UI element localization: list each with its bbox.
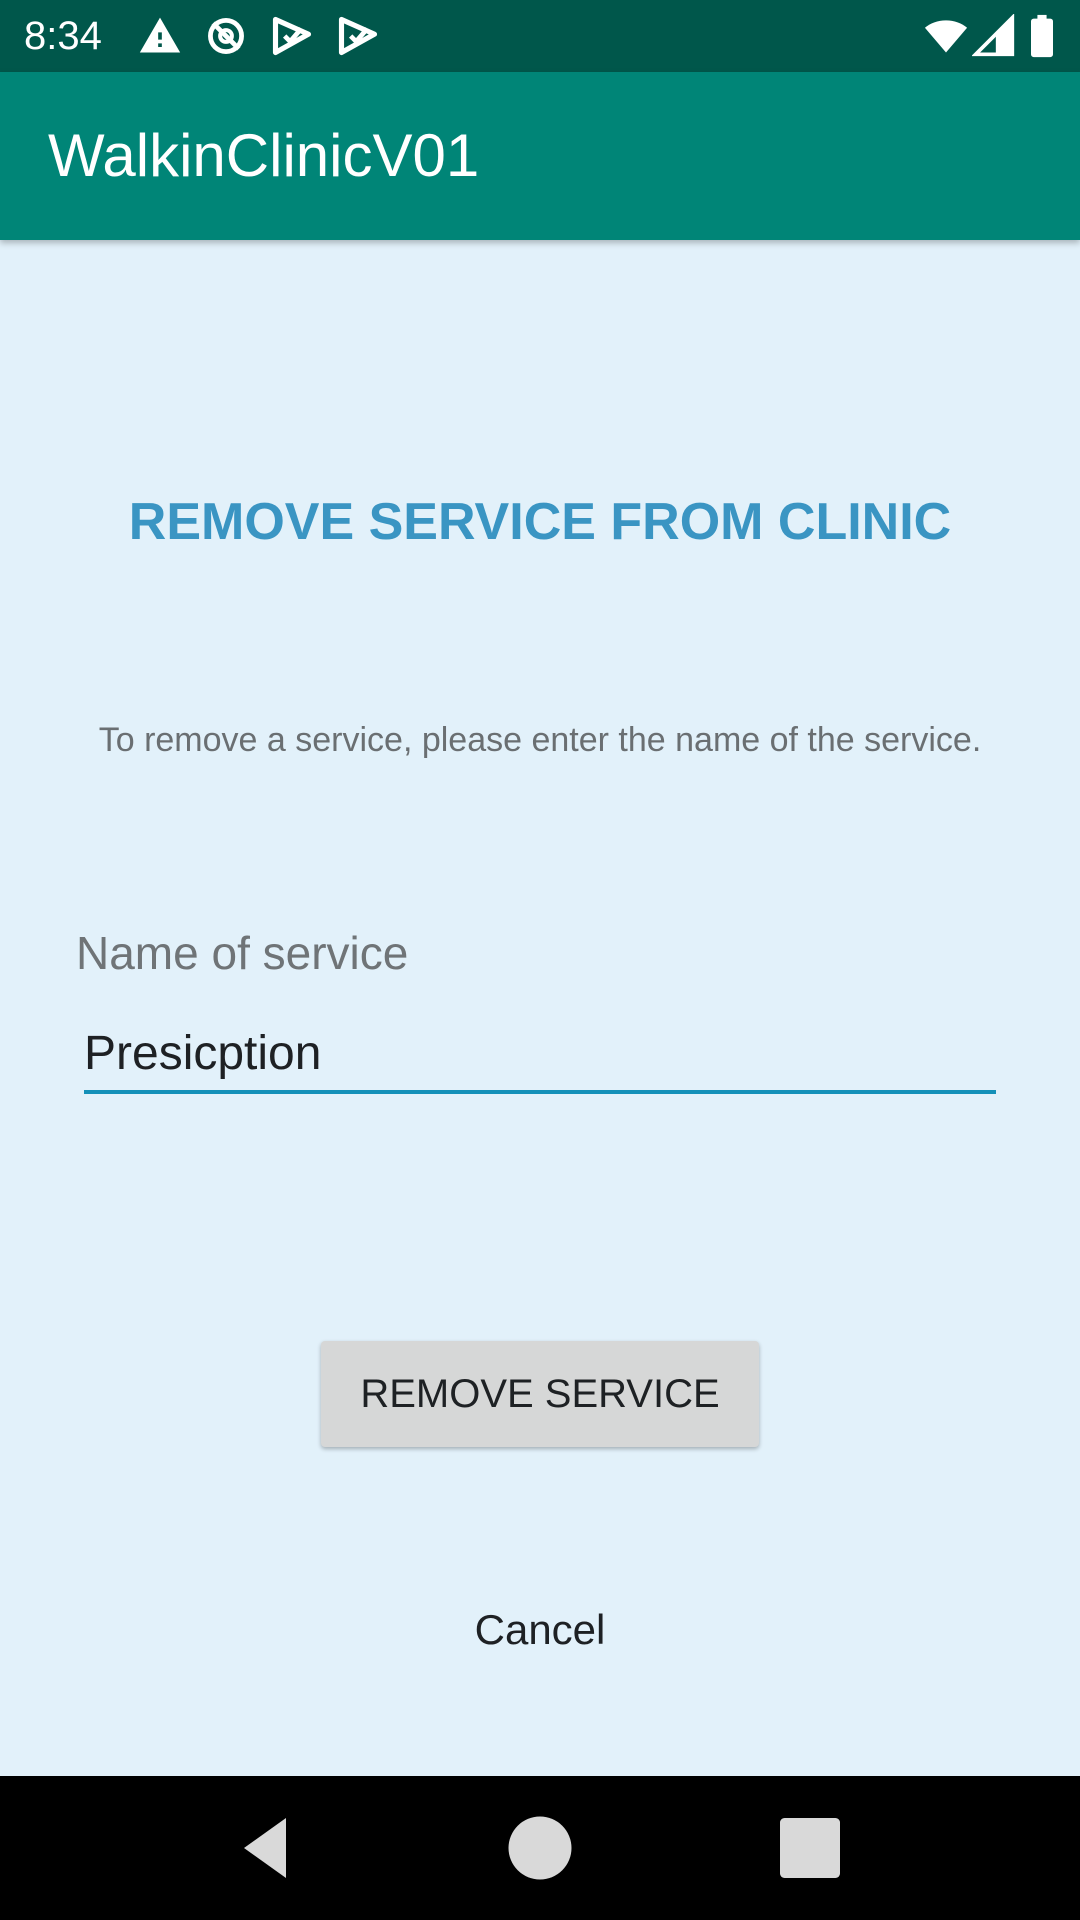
navigation-bar — [0, 1776, 1080, 1920]
status-time: 8:34 — [24, 14, 102, 58]
service-name-input[interactable] — [84, 1016, 996, 1094]
app-title: WalkinClinicV01 — [48, 122, 480, 189]
screen-heading: REMOVE SERVICE FROM CLINIC — [128, 493, 952, 551]
remove-service-button[interactable]: REMOVE SERVICE — [321, 1341, 759, 1447]
play-store-icon — [270, 14, 314, 58]
cancel-button[interactable]: Cancel — [420, 1600, 660, 1660]
wifi-icon — [924, 14, 968, 58]
app-bar: WalkinClinicV01 — [0, 72, 1080, 240]
recents-icon[interactable] — [774, 1812, 846, 1884]
home-icon[interactable] — [504, 1812, 576, 1884]
service-name-label: Name of service — [76, 927, 409, 979]
sync-disabled-icon — [204, 14, 248, 58]
battery-icon — [1022, 14, 1062, 58]
cellular-signal-icon — [972, 14, 1016, 58]
play-store-icon — [336, 14, 380, 58]
back-icon[interactable] — [232, 1812, 304, 1884]
instruction-text: To remove a service, please enter the na… — [98, 721, 982, 759]
status-bar: 8:34 — [0, 0, 1080, 72]
warning-icon — [138, 14, 182, 58]
